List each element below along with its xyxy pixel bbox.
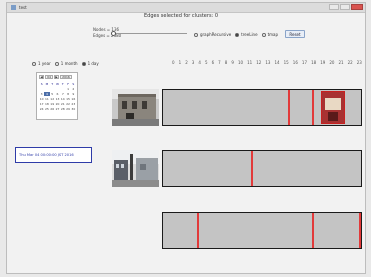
calendar-day[interactable]: 16 <box>71 97 76 101</box>
hour-tick: 21 <box>338 60 344 65</box>
range-radio-year[interactable] <box>32 61 36 66</box>
hour-tick: 8 <box>224 60 228 65</box>
calendar-grid: S M T W T F S 1 2 3 4 5 6 7 8 9 10 11 12 13 14 15 16 17 18 19 20 21… <box>39 82 76 111</box>
hour-tick: 9 <box>231 60 234 65</box>
hour-tick: 12 <box>256 60 262 65</box>
event-mark[interactable] <box>196 213 199 248</box>
hour-scale: 0 1 2 3 4 5 6 7 8 9 10 11 12 13 14 15 16 17 18 19 20 21 22 23 <box>172 60 362 66</box>
close-button[interactable] <box>351 4 363 10</box>
building-photo-image <box>112 89 159 126</box>
hour-tick: 4 <box>198 60 201 65</box>
event-thumbnail[interactable] <box>320 91 345 124</box>
month-field[interactable]: 04 <box>45 75 53 79</box>
range-radio-day[interactable] <box>81 61 86 66</box>
hour-tick: 17 <box>301 60 308 65</box>
range-label-month: 1 month <box>60 61 78 66</box>
row-3-timeline[interactable] <box>162 212 362 249</box>
range-options: 1 year 1 month 1 day <box>32 61 103 66</box>
window-title: test <box>19 5 27 10</box>
layout-radio-graph-recursive[interactable] <box>194 32 198 37</box>
reset-button[interactable]: Reset <box>285 30 305 38</box>
calendar-day[interactable]: 30 <box>71 107 76 111</box>
layout-label-tmap: tmap <box>267 32 279 37</box>
hour-tick: 13 <box>265 60 271 65</box>
hour-tick: 7 <box>218 60 221 65</box>
hour-tick: 16 <box>292 60 298 65</box>
hour-tick: 19 <box>320 60 326 65</box>
row-1-timeline[interactable] <box>162 89 362 126</box>
hour-tick: 11 <box>247 60 253 65</box>
layout-options: graphRecursive treeLine tmap <box>194 32 282 37</box>
hour-tick: 18 <box>311 60 317 65</box>
row-2-thumbnail[interactable] <box>112 150 159 187</box>
title-bar: test <box>7 3 365 13</box>
hour-tick: 14 <box>274 60 280 65</box>
hour-tick: 22 <box>347 60 353 65</box>
event-mark[interactable] <box>311 90 314 125</box>
minimize-button[interactable] <box>329 4 339 10</box>
maximize-button[interactable] <box>340 4 350 10</box>
hour-tick: 0 <box>172 60 175 65</box>
hour-tick: 15 <box>283 60 289 65</box>
row-1-thumbnail[interactable] <box>112 89 159 126</box>
app-icon <box>11 5 16 10</box>
prev-month-button[interactable]: ◀ <box>39 75 44 79</box>
layout-label-graph-recursive: graphRecursive <box>200 32 232 37</box>
row-2-timeline[interactable] <box>162 150 362 187</box>
slider-track <box>114 33 187 34</box>
event-mark[interactable] <box>311 213 314 248</box>
hour-tick: 3 <box>191 60 195 65</box>
calendar-day-header: S <box>72 82 75 86</box>
edge-threshold-slider[interactable] <box>111 31 187 36</box>
hour-tick: 23 <box>356 60 362 65</box>
range-label-day: 1 day <box>87 61 99 66</box>
calendar-nav: ◀ 04 ▶ 2016 <box>39 75 75 80</box>
event-mark[interactable] <box>288 90 291 125</box>
calendar-day[interactable]: 2 <box>71 87 76 91</box>
selected-date-box: Thu Mar 04 00:00:00 JST 2016 <box>15 147 92 163</box>
hour-tick: 10 <box>237 60 244 65</box>
range-label-year: 1 year <box>38 61 51 66</box>
range-radio-month[interactable] <box>54 61 59 66</box>
next-month-button[interactable]: ▶ <box>54 75 59 79</box>
hour-tick: 5 <box>204 60 208 65</box>
page-title: Edges selected for clusters: 0 <box>144 13 219 19</box>
event-mark[interactable] <box>251 151 254 186</box>
street-photo-image <box>112 150 159 187</box>
hour-tick: 6 <box>211 60 215 65</box>
layout-radio-tmap[interactable] <box>261 32 266 37</box>
layout-label-tree-line: treeLine <box>241 32 258 37</box>
slider-thumb[interactable] <box>111 31 116 36</box>
calendar-day[interactable]: 9 <box>71 92 76 96</box>
calendar-widget: ◀ 04 ▶ 2016 S M T W T F S 1 2 3 4 5 6 7 8 9 10 11 12 13 14 15… <box>36 72 78 120</box>
layout-radio-tree-line[interactable] <box>235 32 240 37</box>
hour-tick: 20 <box>329 60 335 65</box>
event-mark[interactable] <box>359 213 361 248</box>
hour-tick: 1 <box>178 60 182 65</box>
year-field[interactable]: 2016 <box>60 75 72 79</box>
calendar-day[interactable]: 23 <box>71 102 76 106</box>
hour-tick: 2 <box>185 60 188 65</box>
